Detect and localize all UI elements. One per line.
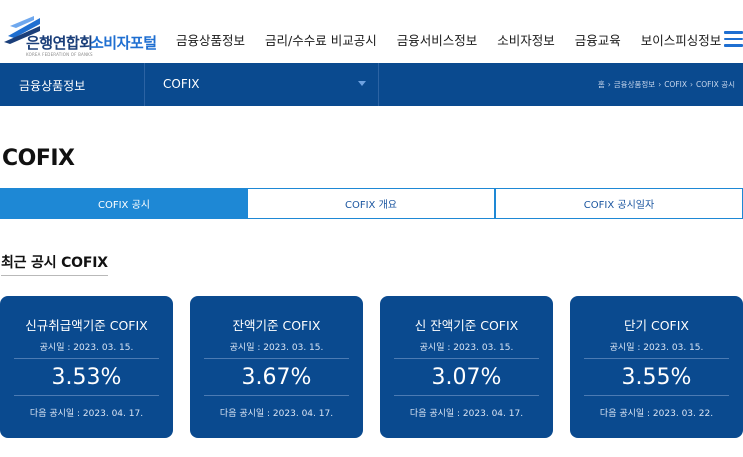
- logo-sub-text: 소비자포털: [90, 34, 157, 52]
- cofix-card-new-balance-basis: 신 잔액기준 COFIX 공시일 : 2023. 03. 15. 3.07% 다…: [380, 296, 553, 438]
- card-title: 단기 COFIX: [624, 318, 689, 333]
- submenu-selected-label: COFIX: [163, 77, 200, 91]
- cofix-card-balance: 잔액기준 COFIX 공시일 : 2023. 03. 15. 3.67% 다음 …: [190, 296, 363, 438]
- logo-tagline: KOREA FEDERATION OF BANKS: [26, 52, 93, 57]
- hamburger-menu-icon[interactable]: [724, 31, 743, 47]
- tab-cofix-overview[interactable]: COFIX 개요: [248, 188, 495, 219]
- nav-item-products[interactable]: 금융상품정보: [176, 30, 245, 49]
- breadcrumb-current: COFIX 공시: [696, 80, 735, 89]
- card-rate: 3.07%: [431, 365, 502, 390]
- category-menu[interactable]: 금융상품정보: [0, 63, 145, 106]
- logo-main-text: 은행연합회: [26, 34, 93, 52]
- nav-item-consumer[interactable]: 소비자정보: [497, 30, 555, 49]
- page-title: COFIX: [2, 146, 75, 171]
- breadcrumb-cofix[interactable]: COFIX: [664, 80, 687, 89]
- card-divider: [584, 358, 729, 359]
- cofix-card-new-balance: 신규취급액기준 COFIX 공시일 : 2023. 03. 15. 3.53% …: [0, 296, 173, 438]
- content-tabs: COFIX 공시 COFIX 개요 COFIX 공시일자: [0, 188, 743, 219]
- site-logo[interactable]: 은행연합회 소비자포털 KOREA FEDERATION OF BANKS: [0, 14, 160, 57]
- nav-item-services[interactable]: 금융서비스정보: [397, 30, 478, 49]
- card-disclosure-date: 공시일 : 2023. 03. 15.: [229, 343, 324, 353]
- card-divider: [204, 358, 349, 359]
- card-divider: [394, 395, 539, 396]
- card-disclosure-date: 공시일 : 2023. 03. 15.: [39, 343, 134, 353]
- card-title: 신 잔액기준 COFIX: [414, 318, 519, 333]
- card-divider: [204, 395, 349, 396]
- site-header: 은행연합회 소비자포털 KOREA FEDERATION OF BANKS 금융…: [0, 0, 743, 63]
- card-rate: 3.55%: [621, 365, 692, 390]
- card-next-date: 다음 공시일 : 2023. 04. 17.: [29, 409, 144, 419]
- tab-cofix-schedule[interactable]: COFIX 공시일자: [495, 188, 743, 219]
- chevron-right-icon: ›: [607, 80, 611, 89]
- tab-cofix-disclosure[interactable]: COFIX 공시: [0, 188, 248, 219]
- card-divider: [14, 358, 159, 359]
- card-divider: [584, 395, 729, 396]
- card-rate: 3.67%: [241, 365, 312, 390]
- chevron-down-icon: [358, 81, 366, 86]
- card-next-date: 다음 공시일 : 2023. 04. 17.: [219, 409, 334, 419]
- chevron-right-icon: ›: [658, 80, 662, 89]
- card-next-date: 다음 공시일 : 2023. 04. 17.: [409, 409, 524, 419]
- card-divider: [14, 395, 159, 396]
- card-title: 잔액기준 COFIX: [232, 318, 321, 333]
- nav-item-phishing[interactable]: 보이스피싱정보: [641, 30, 722, 49]
- card-next-date: 다음 공시일 : 2023. 03. 22.: [599, 409, 714, 419]
- main-nav: 금융상품정보 금리/수수료 비교공시 금융서비스정보 소비자정보 금융교육 보이…: [170, 30, 721, 49]
- card-title: 신규취급액기준 COFIX: [25, 318, 148, 333]
- card-rate: 3.53%: [51, 365, 122, 390]
- cofix-card-short-term: 단기 COFIX 공시일 : 2023. 03. 15. 3.55% 다음 공시…: [570, 296, 743, 438]
- nav-item-rate-compare[interactable]: 금리/수수료 비교공시: [265, 30, 377, 49]
- breadcrumb-home[interactable]: 홈: [598, 79, 605, 90]
- chevron-right-icon: ›: [690, 80, 693, 89]
- section-title: 최근 공시 COFIX: [1, 252, 108, 276]
- breadcrumb-products[interactable]: 금융상품정보: [614, 79, 655, 90]
- card-divider: [394, 358, 539, 359]
- sub-navigation-bar: 금융상품정보 COFIX 홈 › 금융상품정보 › COFIX › COFIX …: [0, 63, 743, 106]
- card-disclosure-date: 공시일 : 2023. 03. 15.: [419, 343, 514, 353]
- submenu-dropdown[interactable]: COFIX: [145, 63, 379, 106]
- category-label: 금융상품정보: [19, 79, 86, 93]
- nav-item-education[interactable]: 금융교육: [575, 30, 621, 49]
- card-disclosure-date: 공시일 : 2023. 03. 15.: [609, 343, 704, 353]
- breadcrumb: 홈 › 금융상품정보 › COFIX › COFIX 공시: [598, 79, 735, 90]
